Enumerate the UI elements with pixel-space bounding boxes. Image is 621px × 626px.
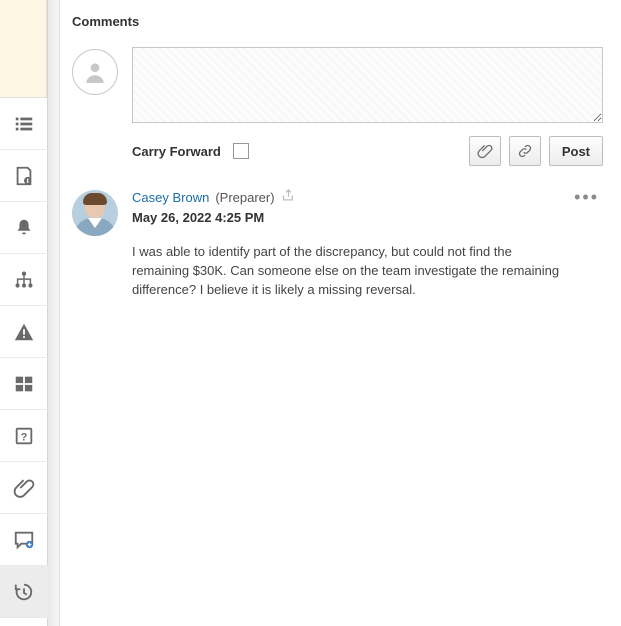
warning-icon [13,321,35,343]
link-icon [517,143,533,159]
person-icon [82,59,108,85]
carry-forward-checkbox[interactable] [233,143,249,159]
sidebar-item-alerts[interactable] [0,202,48,254]
comment-body: Casey Brown (Preparer) ••• May 26, 2022 … [132,188,603,300]
avatar-placeholder [72,49,118,95]
history-icon [13,581,35,603]
layout-icon [13,373,35,395]
sidebar-item-details[interactable] [0,150,48,202]
comment-author-role: (Preparer) [215,190,274,205]
link-button[interactable] [509,136,541,166]
svg-text:?: ? [21,431,28,443]
more-actions-icon[interactable]: ••• [570,192,603,202]
sidebar-item-warnings[interactable] [0,306,48,358]
sidebar-item-layout[interactable] [0,358,48,410]
comment-add-icon [13,529,35,551]
sidebar-item-help[interactable]: ? [0,410,48,462]
paperclip-icon [13,477,35,499]
sidebar-resize-strip[interactable] [48,0,60,626]
sidebar-item-attachments[interactable] [0,462,48,514]
comment-input[interactable] [132,47,603,123]
list-icon [13,113,35,135]
sidebar-item-history[interactable] [0,566,48,618]
share-icon[interactable] [281,188,296,206]
document-info-icon [13,165,35,187]
carry-forward-label: Carry Forward [132,144,221,159]
paperclip-icon [477,143,493,159]
attach-button[interactable] [469,136,501,166]
sidebar-item-hierarchy[interactable] [0,254,48,306]
comment-item: Casey Brown (Preparer) ••• May 26, 2022 … [72,188,603,300]
comment-author-link[interactable]: Casey Brown [132,190,209,205]
post-button[interactable]: Post [549,136,603,166]
comment-header: Casey Brown (Preparer) ••• [132,188,603,206]
bell-icon [13,217,35,239]
comment-composer: Carry Forward Post [72,47,603,166]
section-title: Comments [72,14,603,29]
avatar [72,190,118,236]
comment-date: May 26, 2022 4:25 PM [132,210,603,225]
sidebar: ? [0,0,48,626]
composer-right: Carry Forward Post [132,47,603,166]
help-icon: ? [13,425,35,447]
comment-text: I was able to identify part of the discr… [132,243,572,300]
sidebar-item-worklist[interactable] [0,98,48,150]
composer-toolbar: Carry Forward Post [132,136,603,166]
hierarchy-icon [13,269,35,291]
comments-panel: Comments Carry Forward Post [60,0,621,310]
sidebar-item-comments[interactable] [0,514,48,566]
sidebar-header-pad [0,0,47,98]
